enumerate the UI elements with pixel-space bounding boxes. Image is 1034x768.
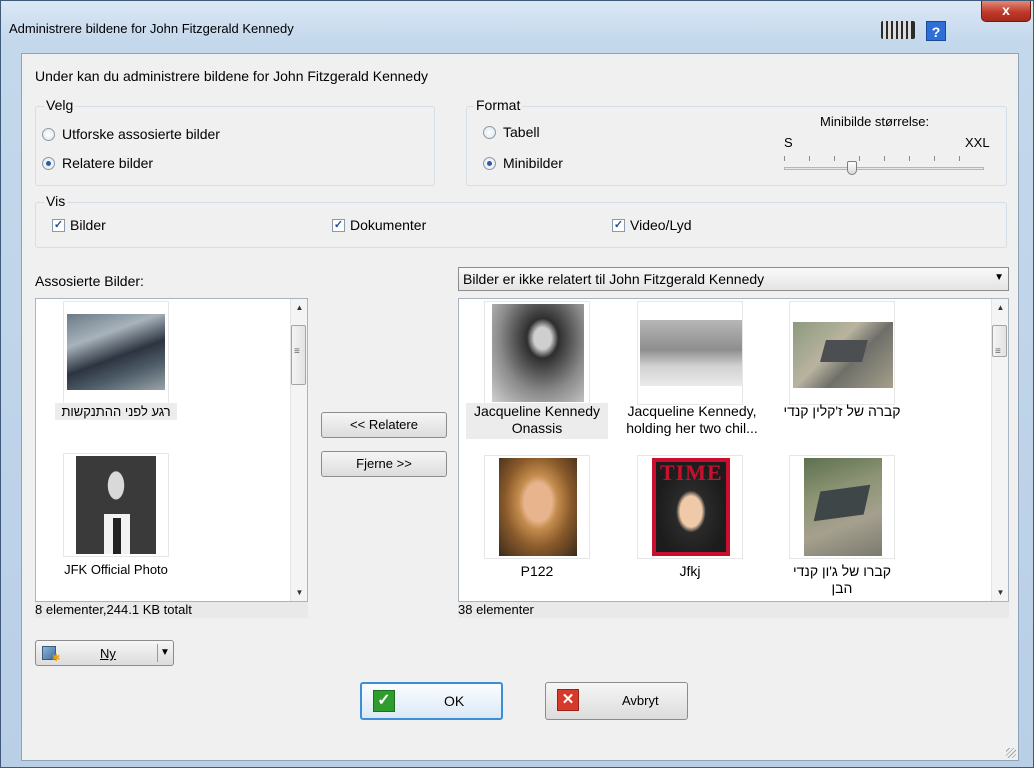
velg-group-title: Velg — [44, 97, 76, 113]
velg-group — [35, 106, 435, 186]
checkbox-video-label[interactable]: Video/Lyd — [630, 217, 692, 233]
associated-images-list[interactable]: רגע לפני ההתנקשות JFK Official Photo ▲ ▼ — [35, 298, 308, 602]
window-title: Administrere bildene for John Fitzgerald… — [9, 21, 294, 36]
checkbox-dokumenter[interactable]: ✓ — [332, 219, 345, 232]
left-scrollbar[interactable]: ▲ ▼ — [290, 299, 307, 601]
scroll-down-icon[interactable]: ▼ — [992, 584, 1008, 601]
radio-relatere[interactable] — [42, 157, 55, 170]
grave-slab — [813, 484, 871, 522]
left-item-caption-2[interactable]: JFK Official Photo — [36, 561, 196, 578]
checkbox-bilder-label[interactable]: Bilder — [70, 217, 106, 233]
radio-minibilder-label[interactable]: Minibilder — [503, 155, 563, 171]
left-item-caption-1[interactable]: רגע לפני ההתנקשות — [55, 403, 177, 420]
motorcade-photo — [67, 314, 165, 390]
image-tile[interactable]: TIME — [637, 455, 743, 559]
cancel-button[interactable]: ✕ Avbryt — [545, 682, 688, 720]
grave-photo — [793, 322, 893, 388]
bw-portrait — [492, 304, 584, 402]
relation-filter-dropdown[interactable]: Bilder er ikke relatert til John Fitzger… — [458, 267, 1009, 291]
image-tile[interactable] — [637, 301, 743, 405]
size-max-label: XXL — [965, 135, 990, 150]
tie-shape — [113, 518, 121, 554]
right-item-caption-2[interactable]: Jacqueline Kennedy, holding her two chil… — [612, 403, 772, 439]
size-slider-label: Minibilde størrelse: — [820, 114, 930, 129]
right-status: 38 elementer — [458, 602, 1009, 618]
unrelated-images-list[interactable]: Jacqueline Kennedy Onassis Jacqueline Ke… — [458, 298, 1009, 602]
relation-filter-value: Bilder er ikke relatert til John Fitzger… — [463, 271, 765, 287]
vis-group-title: Vis — [44, 193, 68, 209]
size-min-label: S — [784, 135, 793, 150]
left-panel-label: Assosierte Bilder: — [35, 273, 144, 289]
checkbox-video[interactable]: ✓ — [612, 219, 625, 232]
scroll-thumb[interactable] — [291, 325, 306, 385]
new-button-label[interactable]: Ny — [100, 646, 116, 661]
cancel-button-label: Avbryt — [622, 693, 659, 708]
radio-utforske-label[interactable]: Utforske assosierte bilder — [62, 126, 220, 142]
steps-photo — [640, 320, 742, 386]
right-item-caption-3[interactable]: קברה של ז'קלין קנדי — [781, 403, 903, 420]
dialog-window: Administrere bildene for John Fitzgerald… — [0, 0, 1034, 768]
scroll-down-icon[interactable]: ▼ — [291, 584, 307, 601]
star-icon: ✱ — [52, 653, 61, 664]
keyboard-icon[interactable] — [881, 21, 915, 39]
right-item-caption-6[interactable]: קברו של ג'ון קנדי הבן — [781, 563, 903, 597]
image-tile[interactable] — [789, 455, 895, 559]
size-slider-track[interactable] — [784, 167, 984, 170]
close-icon: ✕ — [557, 689, 579, 711]
scroll-up-icon[interactable]: ▲ — [992, 299, 1008, 316]
radio-utforske[interactable] — [42, 128, 55, 141]
grave-photo-2 — [804, 458, 882, 556]
intro-text: Under kan du administrere bildene for Jo… — [35, 68, 429, 84]
chevron-down-icon: ▼ — [994, 272, 1004, 283]
vis-group — [35, 202, 1007, 248]
checkbox-dokumenter-label[interactable]: Dokumenter — [350, 217, 426, 233]
image-tile[interactable] — [484, 455, 590, 559]
color-portrait — [499, 458, 577, 556]
radio-tabell-label[interactable]: Tabell — [503, 124, 540, 140]
image-tile[interactable] — [63, 453, 169, 557]
right-item-caption-1[interactable]: Jacqueline Kennedy Onassis — [466, 403, 608, 439]
chevron-down-icon[interactable]: ▼ — [160, 647, 170, 658]
image-tile[interactable] — [789, 301, 895, 405]
radio-relatere-label[interactable]: Relatere bilder — [62, 155, 153, 171]
right-item-caption-5[interactable]: Jfkj — [637, 563, 743, 580]
right-scrollbar[interactable]: ▲ ▼ — [991, 299, 1008, 601]
magazine-masthead: TIME — [660, 460, 723, 485]
right-item-caption-4[interactable]: P122 — [484, 563, 590, 580]
split-divider — [157, 644, 158, 662]
radio-minibilder[interactable] — [483, 157, 496, 170]
magazine-cover: TIME — [652, 458, 730, 556]
portrait-photo — [76, 456, 156, 554]
relate-button[interactable]: << Relatere — [321, 412, 447, 438]
size-slider-ticks — [784, 156, 984, 161]
close-button[interactable]: x — [981, 1, 1031, 22]
image-tile[interactable] — [484, 301, 590, 405]
resize-grip-icon[interactable] — [1006, 748, 1016, 758]
grave-slab — [820, 340, 868, 362]
ok-button[interactable]: ✓ OK — [360, 682, 503, 720]
size-slider-thumb[interactable] — [847, 161, 857, 175]
scroll-up-icon[interactable]: ▲ — [291, 299, 307, 316]
radio-tabell[interactable] — [483, 126, 496, 139]
image-tile[interactable] — [63, 301, 169, 405]
scroll-thumb[interactable] — [992, 325, 1007, 357]
new-split-button[interactable]: ✱ Ny ▼ — [35, 640, 174, 666]
format-group-title: Format — [474, 97, 523, 113]
left-status: 8 elementer,244.1 KB totalt — [35, 602, 308, 618]
remove-button[interactable]: Fjerne >> — [321, 451, 447, 477]
dialog-client-area: Under kan du administrere bildene for Jo… — [21, 53, 1019, 761]
help-button[interactable]: ? — [926, 21, 946, 41]
check-icon: ✓ — [373, 690, 395, 712]
checkbox-bilder[interactable]: ✓ — [52, 219, 65, 232]
ok-button-label: OK — [444, 693, 465, 709]
